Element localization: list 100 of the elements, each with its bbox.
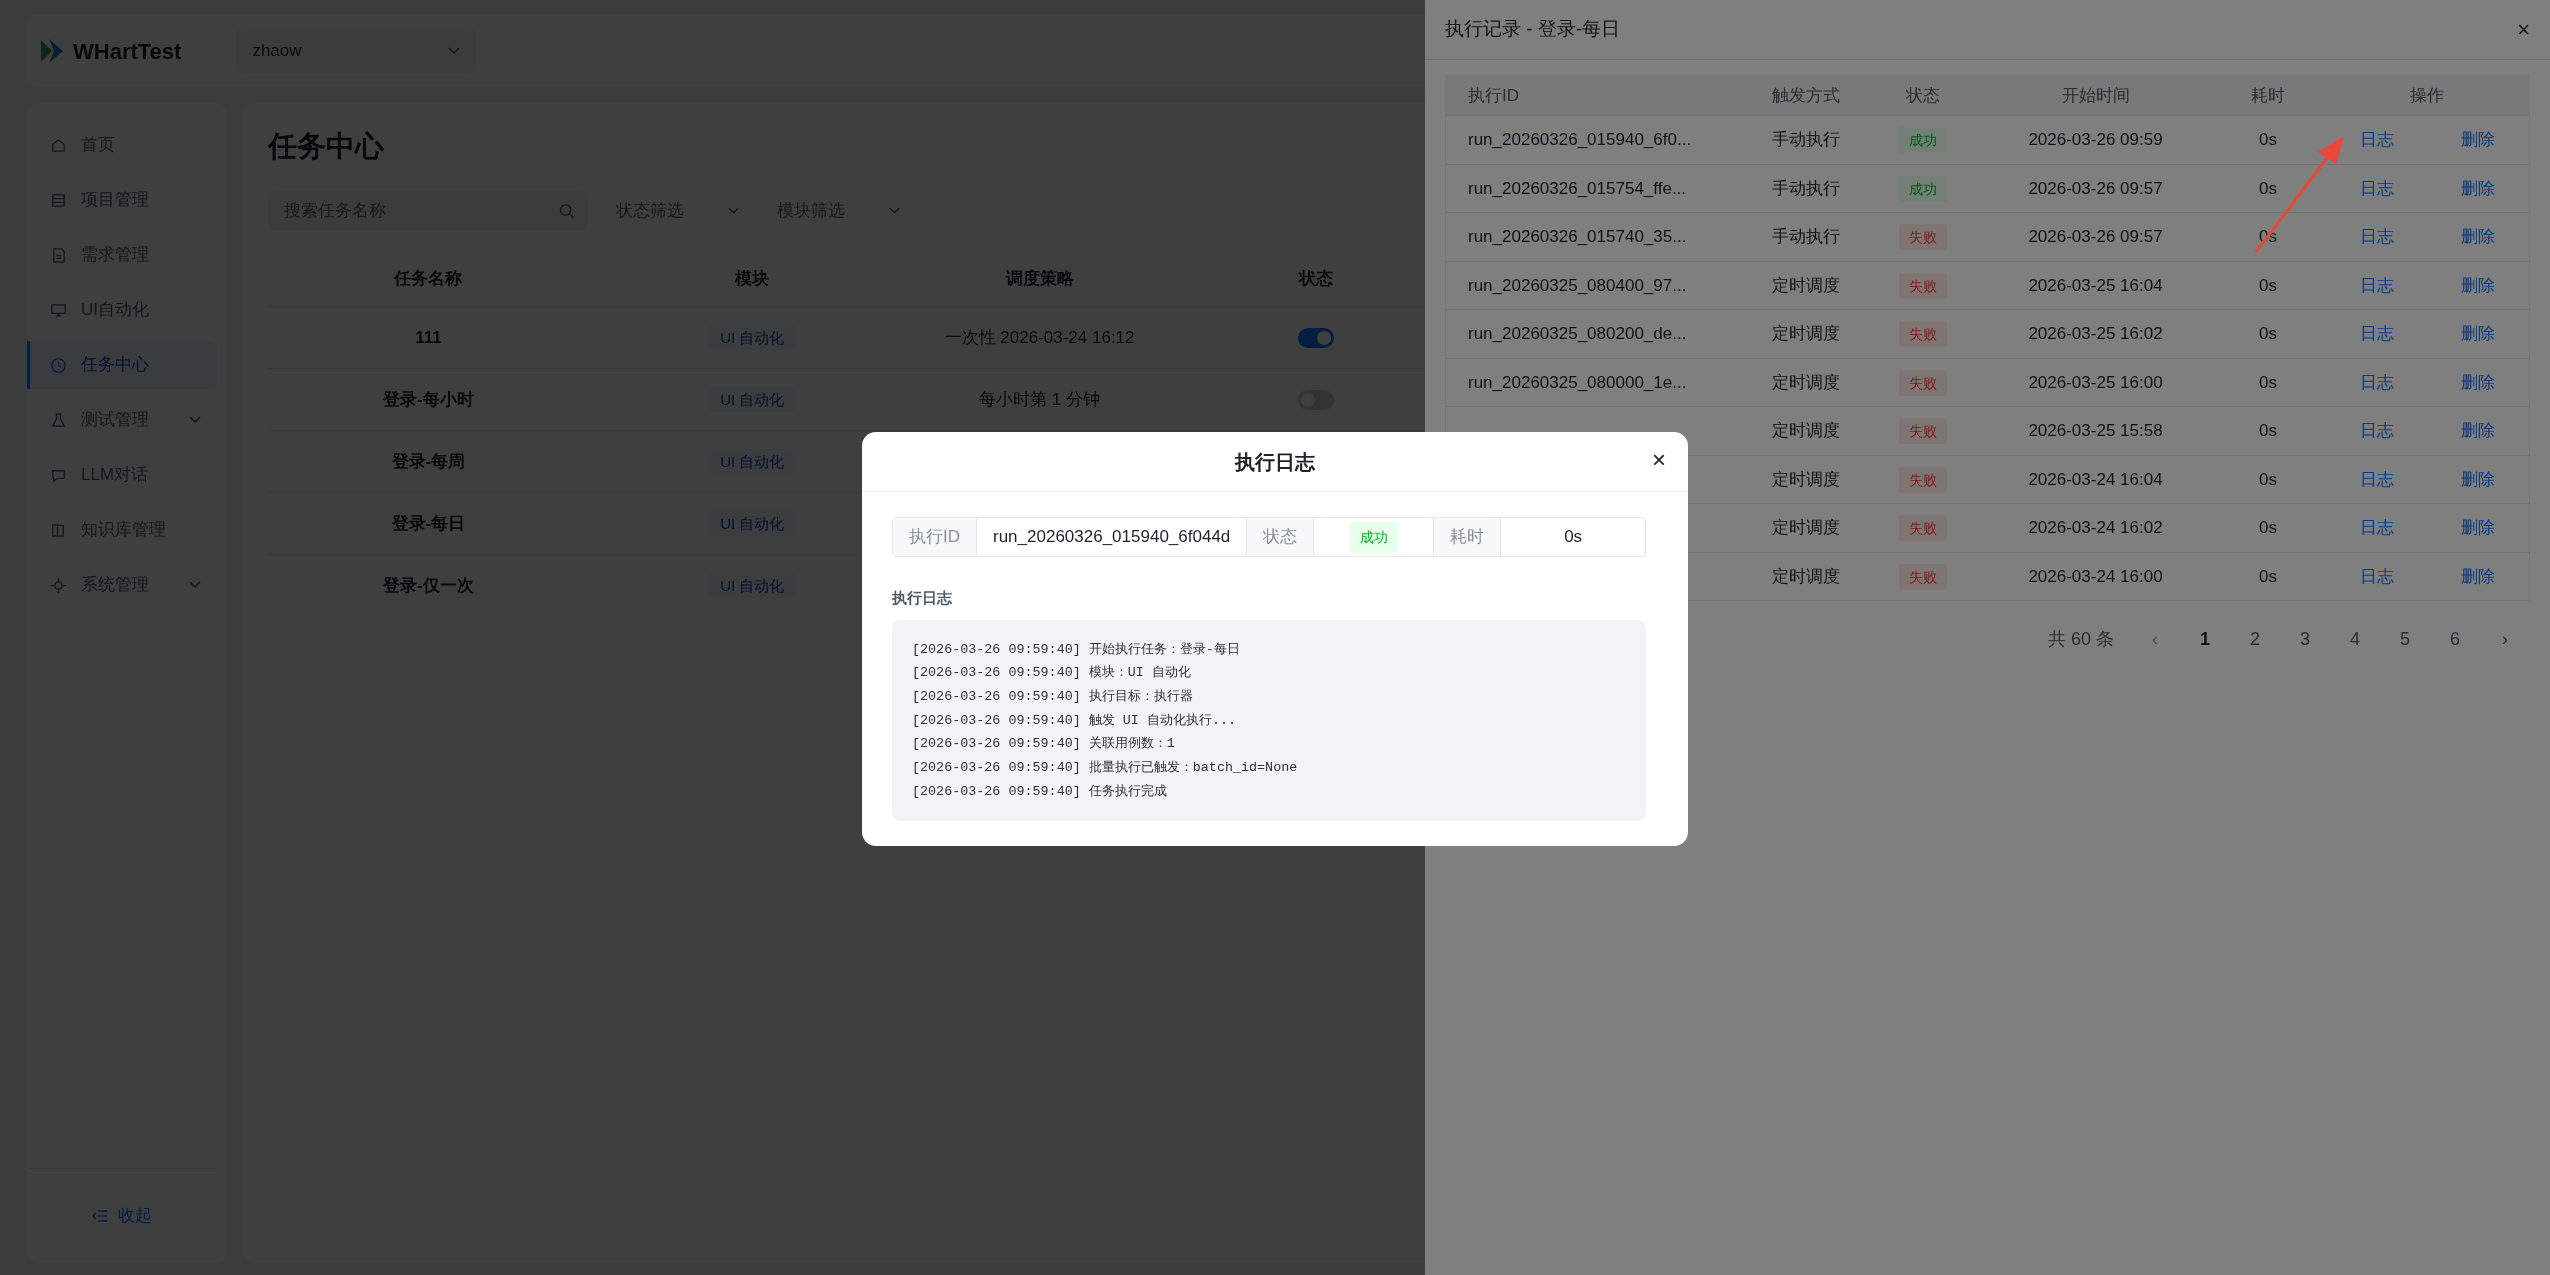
action-link[interactable]: 日志 — [2359, 321, 2394, 347]
module-tag: UI 自动化 — [708, 324, 797, 350]
action-link[interactable]: 日志 — [2359, 563, 2394, 589]
field-label: 状态 — [1247, 518, 1315, 556]
status-tag: 失败 — [1899, 272, 1947, 299]
search-icon — [558, 202, 574, 219]
dialog-title: 执行日志 — [1235, 449, 1315, 475]
section-label: 执行日志 — [892, 588, 953, 608]
action-link[interactable]: 删除 — [2460, 515, 2495, 541]
next-page-button[interactable]: › — [2480, 625, 2530, 653]
action-link[interactable]: 删除 — [2460, 466, 2495, 492]
action-link[interactable]: 日志 — [2359, 369, 2394, 395]
table-cell: run_20260325_080000_1e... — [1445, 358, 1746, 407]
close-button[interactable]: × — [1646, 444, 1672, 476]
close-button[interactable]: × — [2517, 13, 2530, 46]
table-cell: 手动执行 — [1745, 115, 1866, 164]
document-icon — [50, 246, 67, 264]
action-link[interactable]: 删除 — [2460, 224, 2495, 250]
logo-icon — [39, 37, 65, 65]
module-tag: UI 自动化 — [708, 386, 797, 412]
page-title: 任务中心 — [268, 129, 384, 164]
table-cell: 定时调度 — [1745, 261, 1866, 310]
status-tag: 失败 — [1899, 369, 1947, 396]
table-cell: 2026-03-25 16:00 — [1980, 358, 2211, 407]
table-cell: 0s — [2210, 552, 2326, 601]
table-cell: 定时调度 — [1745, 406, 1866, 455]
total-count: 共 60 条 — [2047, 627, 2114, 651]
status-tag: 成功 — [1899, 175, 1947, 202]
table-cell: 0s — [2210, 455, 2326, 504]
table-cell: 0s — [2210, 164, 2326, 213]
action-link[interactable]: 日志 — [2359, 272, 2394, 298]
table-cell: 定时调度 — [1745, 455, 1866, 504]
log-line: [2026-03-26 09:59:40] 任务执行完成 — [912, 782, 1168, 801]
table-cell: 登录-每日 — [268, 492, 589, 555]
monitor-icon — [50, 301, 67, 319]
log-line: [2026-03-26 09:59:40] 执行目标：执行器 — [912, 687, 1194, 706]
table-cell: 手动执行 — [1745, 212, 1866, 261]
table-cell: 定时调度 — [1745, 358, 1866, 407]
list-icon — [50, 191, 67, 209]
table-cell: 0s — [2210, 309, 2326, 358]
sidebar-item[interactable]: 任务中心 — [27, 341, 217, 389]
flask-icon — [50, 411, 67, 429]
table-cell: 定时调度 — [1745, 503, 1866, 552]
action-link[interactable]: 日志 — [2359, 418, 2394, 444]
page-button[interactable]: 1 — [2180, 625, 2230, 653]
table-cell: run_20260325_080200_de... — [1445, 309, 1746, 358]
table-cell: 定时调度 — [1745, 309, 1866, 358]
app-logo-text: WHartTest — [73, 37, 182, 66]
table-cell: 2026-03-24 16:00 — [1980, 552, 2211, 601]
table-cell: run_20260326_015754_ffe... — [1445, 164, 1746, 213]
action-link[interactable]: 删除 — [2460, 175, 2495, 201]
log-line: [2026-03-26 09:59:40] 开始执行任务：登录-每日 — [912, 640, 1241, 659]
table-cell: 2026-03-25 16:02 — [1980, 309, 2211, 358]
log-line: [2026-03-26 09:59:40] 模块：UI 自动化 — [912, 664, 1192, 683]
table-cell: 2026-03-25 16:04 — [1980, 261, 2211, 310]
page-button[interactable]: 3 — [2280, 625, 2330, 653]
action-link[interactable]: 删除 — [2460, 272, 2495, 298]
table-cell: run_20260326_015740_35... — [1445, 212, 1746, 261]
log-line: [2026-03-26 09:59:40] 关联用例数：1 — [912, 735, 1176, 754]
toggle-switch[interactable] — [1297, 328, 1334, 349]
collapse-icon — [92, 1209, 108, 1223]
action-link[interactable]: 删除 — [2460, 369, 2495, 395]
page-button[interactable]: 4 — [2330, 625, 2380, 653]
status-tag: 失败 — [1899, 466, 1947, 493]
action-link[interactable]: 删除 — [2460, 418, 2495, 444]
page-button[interactable]: 2 — [2230, 625, 2280, 653]
table-cell: 0s — [2210, 358, 2326, 407]
chevron-icon — [889, 206, 900, 215]
status-tag: 失败 — [1899, 515, 1947, 541]
action-link[interactable]: 日志 — [2359, 515, 2394, 541]
action-link[interactable]: 删除 — [2460, 127, 2495, 153]
clock-icon — [50, 356, 67, 374]
table-cell: 2026-03-24 16:04 — [1980, 455, 2211, 504]
column-header: 执行ID — [1445, 75, 1746, 116]
table-cell: 登录-每周 — [268, 430, 589, 493]
page-button[interactable]: 5 — [2380, 625, 2430, 653]
module-tag: UI 自动化 — [708, 510, 797, 536]
status-tag: 失败 — [1899, 563, 1947, 590]
column-header: 开始时间 — [1980, 75, 2211, 116]
column-header: 调度策略 — [915, 250, 1164, 307]
table-cell: 2026-03-26 09:57 — [1980, 212, 2211, 261]
table-cell: 定时调度 — [1745, 552, 1866, 601]
table-cell: 2026-03-26 09:59 — [1980, 115, 2211, 164]
action-link[interactable]: 删除 — [2460, 321, 2495, 347]
status-tag: 失败 — [1899, 224, 1947, 250]
log-line: [2026-03-26 09:59:40] 触发 UI 自动化执行... — [912, 711, 1238, 730]
page-button[interactable]: 6 — [2430, 625, 2480, 653]
action-link[interactable]: 日志 — [2359, 175, 2394, 201]
column-header: 任务名称 — [268, 250, 589, 307]
action-link[interactable]: 删除 — [2460, 563, 2495, 589]
field-label: 执行ID — [893, 518, 977, 556]
action-link[interactable]: 日志 — [2359, 224, 2394, 250]
table-cell: 0s — [2210, 503, 2326, 552]
action-link[interactable]: 日志 — [2359, 127, 2394, 153]
table-cell: 一次性 2026-03-24 16:12 — [915, 306, 1164, 369]
action-link[interactable]: 日志 — [2359, 466, 2394, 492]
chevron-icon — [448, 47, 461, 55]
home-icon — [50, 136, 67, 154]
chevron-icon — [728, 206, 739, 215]
status-tag: 失败 — [1899, 418, 1947, 444]
